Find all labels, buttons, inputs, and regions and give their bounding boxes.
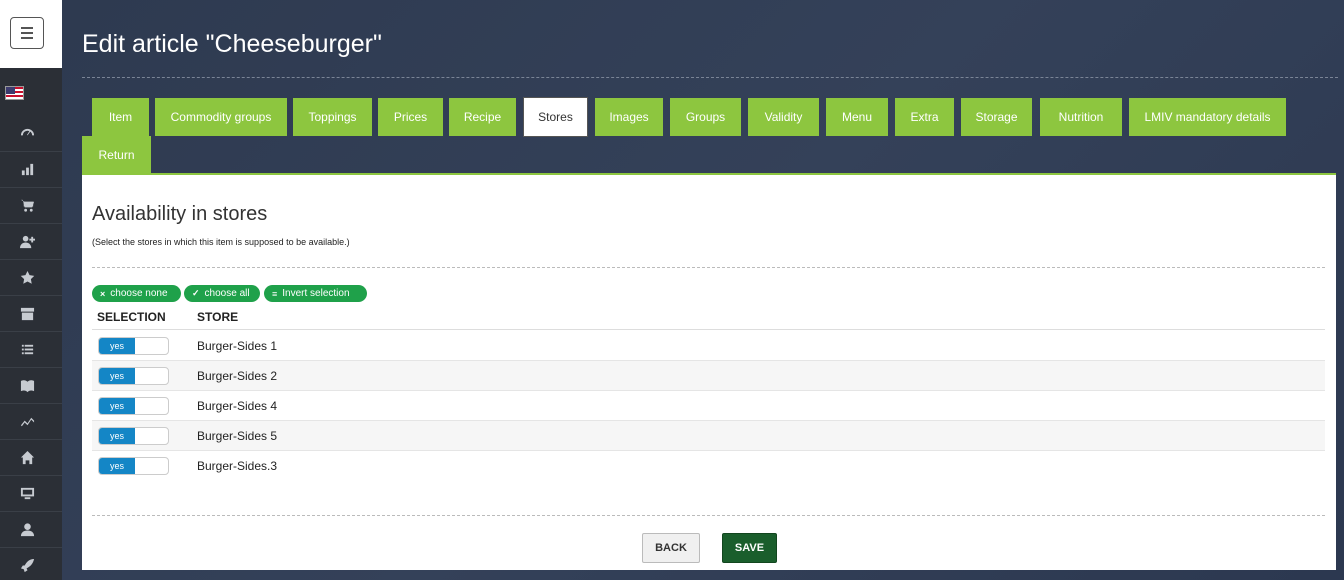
sidebar-item-add-user[interactable] xyxy=(0,224,62,260)
sidebar-item-reports[interactable] xyxy=(0,152,62,188)
tab-return[interactable]: Return xyxy=(82,136,151,174)
dashboard-icon xyxy=(20,128,35,136)
toggle-on-label: yes xyxy=(99,398,135,414)
section-hint: (Select the stores in which this item is… xyxy=(92,237,350,247)
page-title: Edit article "Cheeseburger" xyxy=(82,30,382,58)
check-icon: ✓ xyxy=(192,288,200,298)
rocket-icon xyxy=(20,558,35,573)
list-icon xyxy=(21,344,34,355)
choose-none-button[interactable]: × choose none xyxy=(92,285,181,302)
sidebar-item-dashboard[interactable] xyxy=(0,116,62,152)
sidebar-item-shop[interactable] xyxy=(0,188,62,224)
table-row: yes Burger-Sides.3 xyxy=(92,451,1325,481)
choose-all-button[interactable]: ✓ choose all xyxy=(184,285,260,302)
tab-recipe[interactable]: Recipe xyxy=(449,98,516,136)
table-row: yes Burger-Sides 2 xyxy=(92,361,1325,391)
tab-prices[interactable]: Prices xyxy=(378,98,443,136)
sidebar-item-launch[interactable] xyxy=(0,548,62,580)
bar-chart-icon xyxy=(21,163,34,176)
us-flag-icon[interactable] xyxy=(5,86,24,100)
archive-icon xyxy=(20,307,35,321)
choose-none-label: choose none xyxy=(110,288,168,299)
tab-validity[interactable]: Validity xyxy=(748,98,819,136)
choose-all-label: choose all xyxy=(204,288,250,299)
sidebar-item-favorites[interactable] xyxy=(0,260,62,296)
add-user-icon xyxy=(20,235,35,249)
main-area: Edit article "Cheeseburger" Item Commodi… xyxy=(62,0,1344,580)
store-name: Burger-Sides.3 xyxy=(197,459,278,473)
section-title: Availability in stores xyxy=(92,203,268,225)
column-header-store: STORE xyxy=(197,310,239,324)
tab-commodity-groups[interactable]: Commodity groups xyxy=(155,98,287,136)
sidebar-item-list[interactable] xyxy=(0,332,62,368)
save-button[interactable]: SAVE xyxy=(722,533,777,563)
tab-storage[interactable]: Storage xyxy=(961,98,1032,136)
star-icon xyxy=(20,270,35,284)
store-name: Burger-Sides 5 xyxy=(197,429,278,443)
toggle-on-label: yes xyxy=(99,428,135,444)
availability-toggle[interactable]: yes xyxy=(98,457,169,475)
invert-selection-button[interactable]: ≡ Invert selection xyxy=(264,285,367,302)
sidebar-item-statistics[interactable] xyxy=(0,404,62,440)
table-header: SELECTION STORE xyxy=(92,308,1325,330)
tab-lmiv-mandatory-details[interactable]: LMIV mandatory details xyxy=(1129,98,1286,136)
tab-groups[interactable]: Groups xyxy=(670,98,741,136)
availability-toggle[interactable]: yes xyxy=(98,397,169,415)
tab-stores[interactable]: Stores xyxy=(523,97,588,137)
table-row: yes Burger-Sides 5 xyxy=(92,421,1325,451)
divider xyxy=(92,515,1325,516)
sidebar-item-home[interactable] xyxy=(0,440,62,476)
toggle-on-label: yes xyxy=(99,458,135,474)
sidebar-item-display[interactable] xyxy=(0,476,62,512)
sidebar-item-account[interactable] xyxy=(0,512,62,548)
toggle-on-label: yes xyxy=(99,338,135,354)
sidebar-header xyxy=(0,0,62,68)
divider xyxy=(92,267,1325,268)
table-row: yes Burger-Sides 1 xyxy=(92,331,1325,361)
list-icon: ≡ xyxy=(272,288,278,299)
book-icon xyxy=(20,380,35,393)
table-row: yes Burger-Sides 4 xyxy=(92,391,1325,421)
sidebar xyxy=(0,0,62,580)
tab-images[interactable]: Images xyxy=(595,98,663,136)
close-icon: × xyxy=(100,288,106,299)
tab-toppings[interactable]: Toppings xyxy=(293,98,372,136)
sidebar-item-archive[interactable] xyxy=(0,296,62,332)
tab-item[interactable]: Item xyxy=(92,98,149,136)
tab-nutrition[interactable]: Nutrition xyxy=(1040,98,1122,136)
sidebar-item-menu-book[interactable] xyxy=(0,368,62,404)
back-button[interactable]: BACK xyxy=(642,533,700,563)
store-name: Burger-Sides 1 xyxy=(197,339,278,353)
stores-panel: Availability in stores (Select the store… xyxy=(82,173,1336,570)
store-name: Burger-Sides 4 xyxy=(197,399,278,413)
availability-toggle[interactable]: yes xyxy=(98,367,169,385)
tab-extra[interactable]: Extra xyxy=(895,98,954,136)
invert-selection-label: Invert selection xyxy=(282,288,350,299)
cart-icon xyxy=(20,199,35,212)
home-icon xyxy=(20,450,35,465)
availability-toggle[interactable]: yes xyxy=(98,427,169,445)
column-header-selection: SELECTION xyxy=(97,310,166,324)
monitor-icon xyxy=(20,487,35,500)
user-icon xyxy=(20,523,35,537)
title-divider xyxy=(82,77,1338,78)
trend-icon xyxy=(20,417,35,427)
store-name: Burger-Sides 2 xyxy=(197,369,278,383)
toggle-on-label: yes xyxy=(99,368,135,384)
tab-menu[interactable]: Menu xyxy=(826,98,888,136)
hamburger-menu-button[interactable] xyxy=(10,17,44,49)
availability-toggle[interactable]: yes xyxy=(98,337,169,355)
